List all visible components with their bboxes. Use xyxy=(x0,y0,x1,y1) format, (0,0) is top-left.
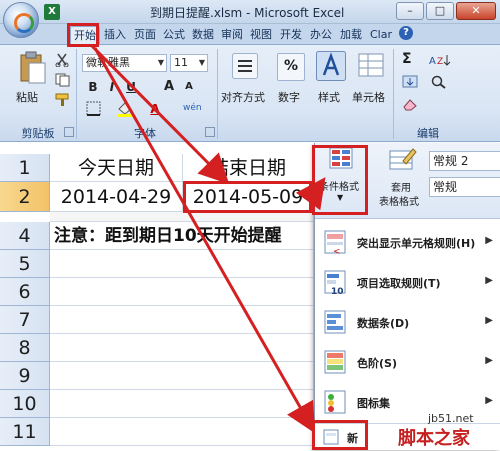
arrow-to-new-rule xyxy=(93,47,315,434)
watermark: jb51.net 脚本之家 xyxy=(370,412,500,450)
watermark-brand: 脚本之家 xyxy=(398,428,470,449)
arrow-to-cf xyxy=(295,177,326,211)
office-button[interactable] xyxy=(3,2,39,38)
annotation-arrows xyxy=(90,44,326,434)
office-logo-icon xyxy=(14,13,34,33)
